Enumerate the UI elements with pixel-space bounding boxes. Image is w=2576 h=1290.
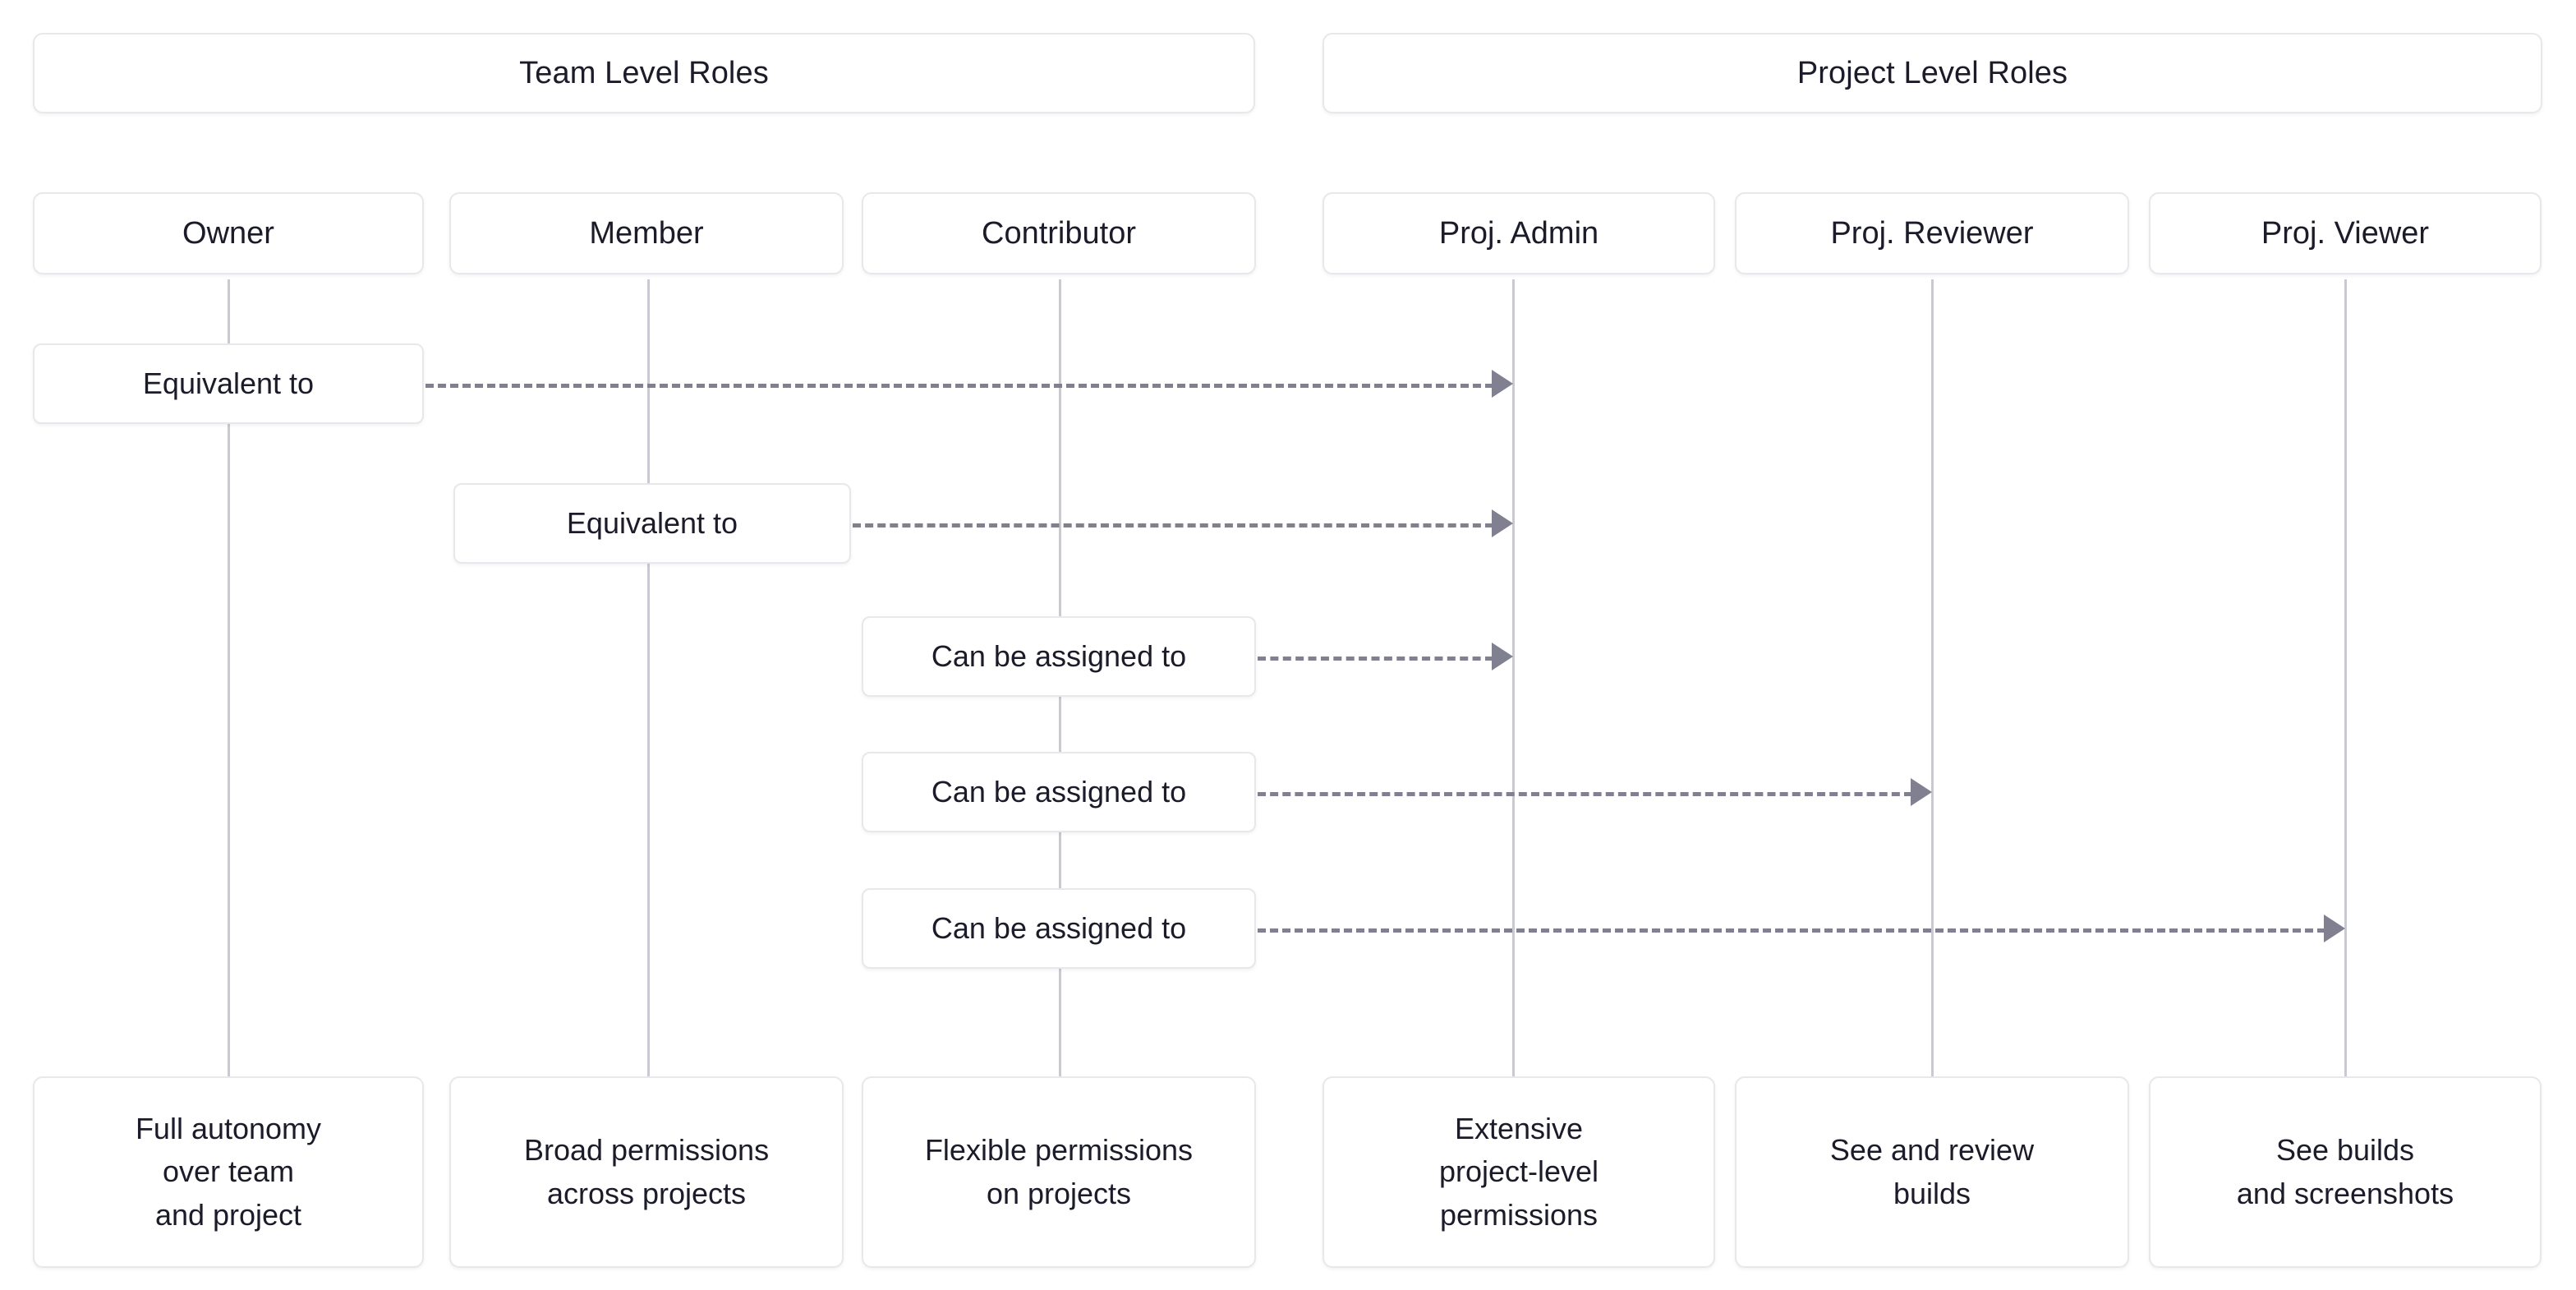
- role-card-contributor[interactable]: Contributor: [862, 192, 1256, 274]
- group-header-label: Team Level Roles: [519, 55, 769, 90]
- description-line: Broad permissions: [523, 1133, 770, 1168]
- relation-arrowhead-contributor-to-proj-viewer: [2324, 915, 2345, 942]
- relation-label-text: Can be assigned to: [931, 639, 1187, 673]
- relation-connector-owner-to-proj-admin: [426, 384, 1493, 388]
- lifeline-proj-reviewer: [1931, 279, 1934, 1076]
- group-header-team-level-roles: Team Level Roles: [33, 33, 1255, 113]
- role-card-label: Contributor: [982, 215, 1136, 251]
- description-line: and screenshots: [2236, 1176, 2454, 1210]
- relation-label-text: Can be assigned to: [931, 775, 1187, 809]
- relation-label-text: Equivalent to: [142, 366, 315, 400]
- relation-label-contributor-to-proj-admin[interactable]: Can be assigned to: [862, 616, 1256, 697]
- description-line: See builds: [2275, 1133, 2415, 1168]
- description-card-proj-viewer: See builds and screenshots: [2149, 1076, 2542, 1268]
- group-header-project-level-roles: Project Level Roles: [1322, 33, 2542, 113]
- description-line: See and review: [1829, 1133, 2035, 1168]
- description-card-proj-admin: Extensive project-level permissions: [1322, 1076, 1715, 1268]
- relation-label-contributor-to-proj-reviewer[interactable]: Can be assigned to: [862, 752, 1256, 832]
- description-line: builds: [1893, 1176, 1971, 1210]
- role-card-proj-admin[interactable]: Proj. Admin: [1322, 192, 1715, 274]
- role-card-label: Proj. Admin: [1438, 215, 1599, 251]
- description-line: Flexible permissions: [924, 1133, 1194, 1168]
- description-line: and project: [154, 1197, 302, 1232]
- role-card-label: Proj. Viewer: [2261, 215, 2430, 251]
- description-card-member: Broad permissions across projects: [449, 1076, 844, 1268]
- description-line: on projects: [986, 1176, 1132, 1210]
- relation-label-contributor-to-proj-viewer[interactable]: Can be assigned to: [862, 888, 1256, 969]
- relation-connector-member-to-proj-admin: [853, 523, 1493, 528]
- description-line: Extensive: [1454, 1112, 1584, 1146]
- group-header-label: Project Level Roles: [1796, 55, 2068, 90]
- relation-connector-contributor-to-proj-viewer: [1258, 928, 2325, 933]
- relation-connector-contributor-to-proj-admin: [1258, 657, 1493, 661]
- relation-label-owner-to-proj-admin[interactable]: Equivalent to: [33, 343, 424, 424]
- role-card-proj-viewer[interactable]: Proj. Viewer: [2149, 192, 2542, 274]
- relation-connector-contributor-to-proj-reviewer: [1258, 792, 1912, 796]
- role-card-member[interactable]: Member: [449, 192, 844, 274]
- description-line: across projects: [546, 1176, 747, 1210]
- description-line: Full autonomy: [135, 1112, 322, 1146]
- relation-arrowhead-owner-to-proj-admin: [1492, 370, 1513, 398]
- lifeline-proj-admin: [1512, 279, 1515, 1076]
- description-card-contributor: Flexible permissions on projects: [862, 1076, 1256, 1268]
- relation-arrowhead-contributor-to-proj-admin: [1492, 643, 1513, 670]
- role-card-label: Owner: [182, 215, 274, 251]
- relation-label-member-to-proj-admin[interactable]: Equivalent to: [453, 483, 851, 564]
- description-card-proj-reviewer: See and review builds: [1735, 1076, 2129, 1268]
- description-line: over team: [162, 1154, 295, 1189]
- relation-arrowhead-member-to-proj-admin: [1492, 509, 1513, 537]
- role-card-owner[interactable]: Owner: [33, 192, 424, 274]
- description-line: project-level: [1438, 1154, 1599, 1189]
- relation-label-text: Can be assigned to: [931, 911, 1187, 945]
- lifeline-member: [647, 279, 650, 1076]
- description-line: permissions: [1439, 1197, 1598, 1232]
- lifeline-proj-viewer: [2344, 279, 2347, 1076]
- role-card-label: Member: [589, 215, 704, 251]
- description-card-owner: Full autonomy over team and project: [33, 1076, 424, 1268]
- relation-arrowhead-contributor-to-proj-reviewer: [1911, 778, 1932, 806]
- relation-label-text: Equivalent to: [566, 506, 738, 540]
- role-hierarchy-diagram: Team Level Roles Project Level Roles Own…: [0, 0, 2576, 1290]
- role-card-proj-reviewer[interactable]: Proj. Reviewer: [1735, 192, 2129, 274]
- role-card-label: Proj. Reviewer: [1830, 215, 2034, 251]
